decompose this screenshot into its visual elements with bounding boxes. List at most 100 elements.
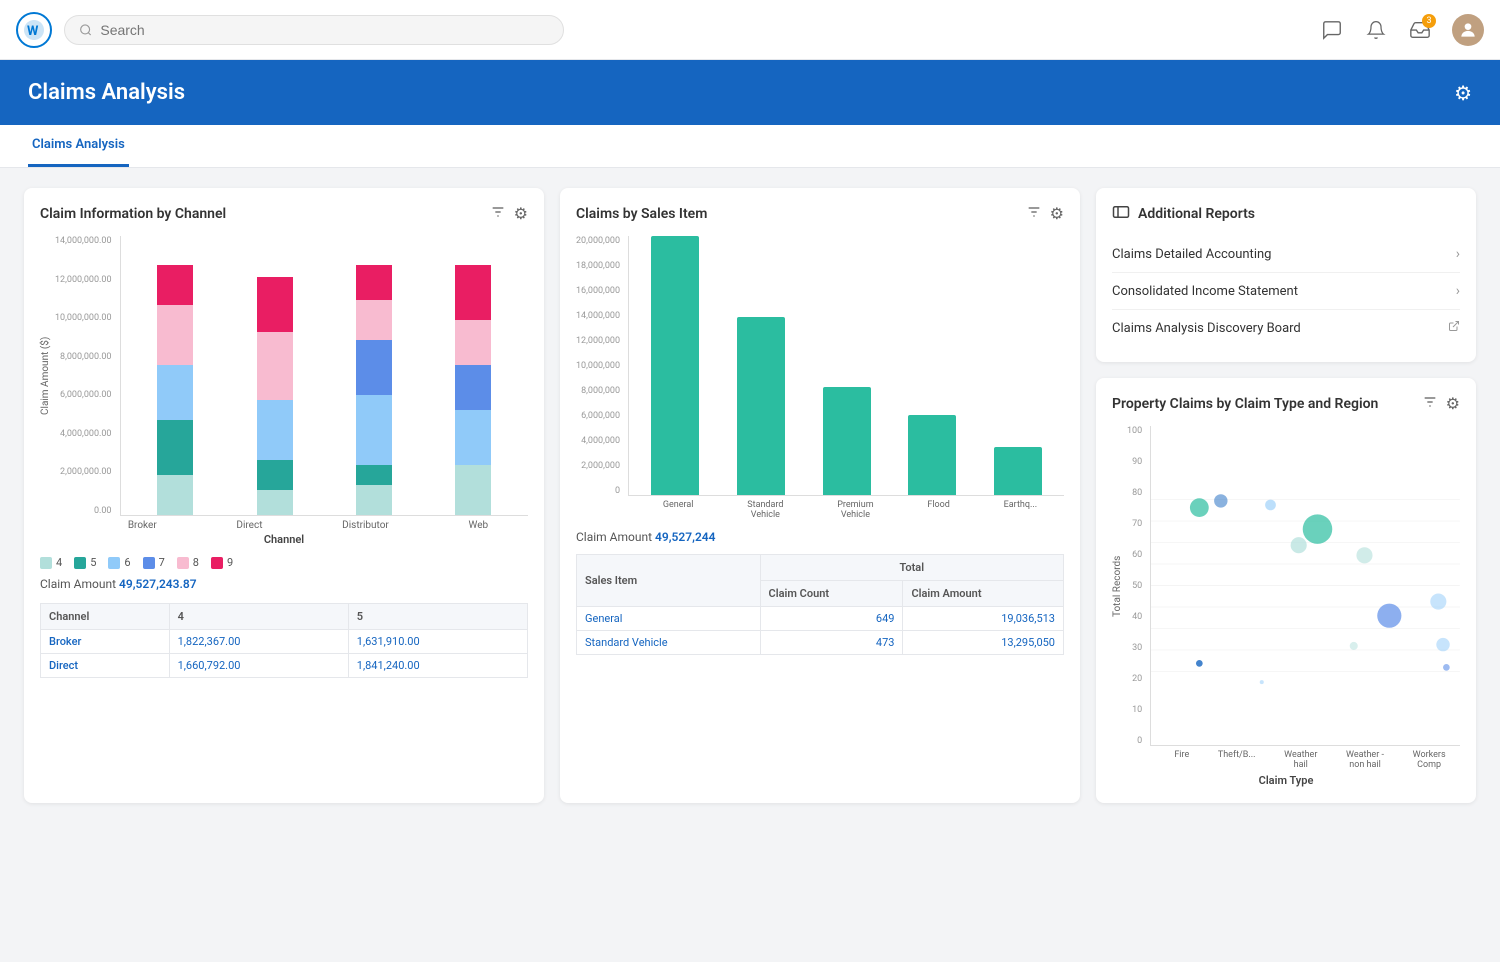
additional-reports-card: Additional Reports Claims Detailed Accou… — [1096, 188, 1476, 362]
chart1-filter-icon[interactable] — [490, 204, 506, 224]
bar-direct-4 — [257, 490, 293, 515]
bar-dist-5 — [356, 465, 392, 485]
bar-web-9 — [455, 265, 491, 320]
chart1-legend: 4 5 6 7 8 9 — [40, 556, 528, 569]
col-claim-count: Claim Count — [760, 581, 903, 607]
tabs-bar: Claims Analysis — [0, 125, 1500, 168]
bar-web-7 — [455, 365, 491, 410]
notification-icon[interactable] — [1364, 18, 1388, 42]
chart2-claim-amount: Claim Amount 49,527,244 — [576, 530, 1064, 544]
external-link-icon-2 — [1448, 320, 1460, 336]
workday-logo: W — [16, 12, 52, 48]
chart2-claim-value: 49,527,244 — [655, 530, 715, 544]
table-row: Broker 1,822,367.00 1,631,910.00 — [41, 630, 528, 654]
chart3-x-axis: Fire Theft/B... Weatherhail Weather -non… — [1112, 746, 1460, 770]
chart3-y-label: Total Records — [1112, 426, 1123, 746]
inbox-icon[interactable]: 3 — [1408, 18, 1432, 42]
reports-list: Claims Detailed Accounting › Consolidate… — [1112, 236, 1460, 346]
search-bar[interactable] — [64, 15, 564, 45]
chart2-table: Sales Item Total Claim Count Claim Amoun… — [576, 554, 1064, 655]
reports-header: Additional Reports — [1112, 204, 1460, 224]
bar-direct-6 — [257, 400, 293, 460]
bar-broker-9 — [157, 265, 193, 305]
bubble-chart-svg — [1151, 426, 1460, 745]
chart3-plot — [1150, 426, 1460, 746]
bar-dist-7 — [356, 340, 392, 395]
top-nav: W 3 — [0, 0, 1500, 60]
bar-dist-9 — [356, 265, 392, 300]
chart1-claim-amount: Claim Amount 49,527,243.87 — [40, 577, 528, 591]
claim-channel-card: Claim Information by Channel ⚙ Claim Amo… — [24, 188, 544, 803]
chart2-x-axis: General StandardVehicle PremiumVehicle F… — [576, 496, 1064, 520]
tab-claims-analysis[interactable]: Claims Analysis — [28, 125, 129, 167]
chart3-title: Property Claims by Claim Type and Region — [1112, 396, 1378, 412]
report-item-claims-detailed[interactable]: Claims Detailed Accounting › — [1112, 236, 1460, 273]
chart3-actions: ⚙ — [1422, 394, 1460, 414]
chart1-actions: ⚙ — [490, 204, 528, 224]
bar-dist-4 — [356, 485, 392, 515]
chart2-title: Claims by Sales Item — [576, 206, 707, 222]
table-row: Standard Vehicle 473 13,295,050 — [577, 631, 1064, 655]
chart2-actions: ⚙ — [1026, 204, 1064, 224]
inbox-badge: 3 — [1422, 14, 1436, 28]
message-icon[interactable] — [1320, 18, 1344, 42]
col-total: Total — [760, 555, 1063, 581]
reports-header-icon — [1112, 204, 1130, 224]
bar-web-6 — [455, 410, 491, 465]
chart3-header: Property Claims by Claim Type and Region… — [1112, 394, 1460, 414]
chart1-header: Claim Information by Channel ⚙ — [40, 204, 528, 224]
avatar[interactable] — [1452, 14, 1484, 46]
chart2-header: Claims by Sales Item ⚙ — [576, 204, 1064, 224]
right-column: Additional Reports Claims Detailed Accou… — [1096, 188, 1476, 803]
main-content: Claim Information by Channel ⚙ Claim Amo… — [0, 168, 1500, 823]
col-sales-item: Sales Item — [577, 555, 761, 607]
search-input[interactable] — [100, 22, 549, 38]
bar-earthquake — [994, 447, 1042, 495]
chart2-settings-icon[interactable]: ⚙ — [1050, 204, 1064, 224]
bar-web-8 — [455, 320, 491, 365]
table-row: General 649 19,036,513 — [577, 607, 1064, 631]
chevron-right-icon-1: › — [1456, 283, 1460, 299]
settings-icon[interactable]: ⚙ — [1454, 81, 1472, 105]
bar-broker-4 — [157, 475, 193, 515]
chart1-settings-icon[interactable]: ⚙ — [514, 204, 528, 224]
report-item-income-statement[interactable]: Consolidated Income Statement › — [1112, 273, 1460, 310]
bar-web-4 — [455, 465, 491, 515]
chart1-y-axis-label: Claim Amount ($) — [40, 236, 51, 516]
bar-direct-9 — [257, 277, 293, 332]
bar-flood — [908, 415, 956, 495]
bar-direct-8 — [257, 332, 293, 400]
chart1-bars — [120, 236, 529, 516]
search-icon — [79, 23, 92, 37]
reports-title: Additional Reports — [1138, 206, 1255, 222]
chart3-filter-icon[interactable] — [1422, 394, 1438, 414]
bar-general — [651, 236, 699, 495]
chart1-table: Channel 4 5 Broker 1,822,367.00 1,631,91… — [40, 603, 528, 678]
svg-text:W: W — [27, 24, 39, 39]
col-5: 5 — [348, 604, 527, 630]
chart1-x-axis: Broker Direct Distributor Web — [40, 516, 528, 531]
bar-standard-vehicle — [737, 317, 785, 495]
bar-dist-6 — [356, 395, 392, 465]
chart1-title: Claim Information by Channel — [40, 206, 226, 222]
bar-broker-6 — [157, 365, 193, 420]
chart1-x-title: Channel — [40, 533, 528, 546]
col-claim-amount: Claim Amount — [903, 581, 1064, 607]
chart3-settings-icon[interactable]: ⚙ — [1446, 394, 1460, 414]
table-row: Direct 1,660,792.00 1,841,240.00 — [41, 654, 528, 678]
report-item-discovery-board[interactable]: Claims Analysis Discovery Board — [1112, 310, 1460, 346]
chart1-claim-value: 49,527,243.87 — [119, 577, 197, 591]
chart2-filter-icon[interactable] — [1026, 204, 1042, 224]
col-channel: Channel — [41, 604, 170, 630]
nav-icons: 3 — [1320, 14, 1484, 46]
page-header: Claims Analysis ⚙ — [0, 60, 1500, 125]
bar-premium-vehicle — [823, 387, 871, 495]
bar-direct-5 — [257, 460, 293, 490]
bar-broker-5 — [157, 420, 193, 475]
page-title: Claims Analysis — [28, 80, 185, 105]
bar-dist-8 — [356, 300, 392, 340]
bar-broker-8 — [157, 305, 193, 365]
property-claims-card: Property Claims by Claim Type and Region… — [1096, 378, 1476, 803]
sales-item-card: Claims by Sales Item ⚙ 20,000,000 18,000… — [560, 188, 1080, 803]
chevron-right-icon-0: › — [1456, 246, 1460, 262]
